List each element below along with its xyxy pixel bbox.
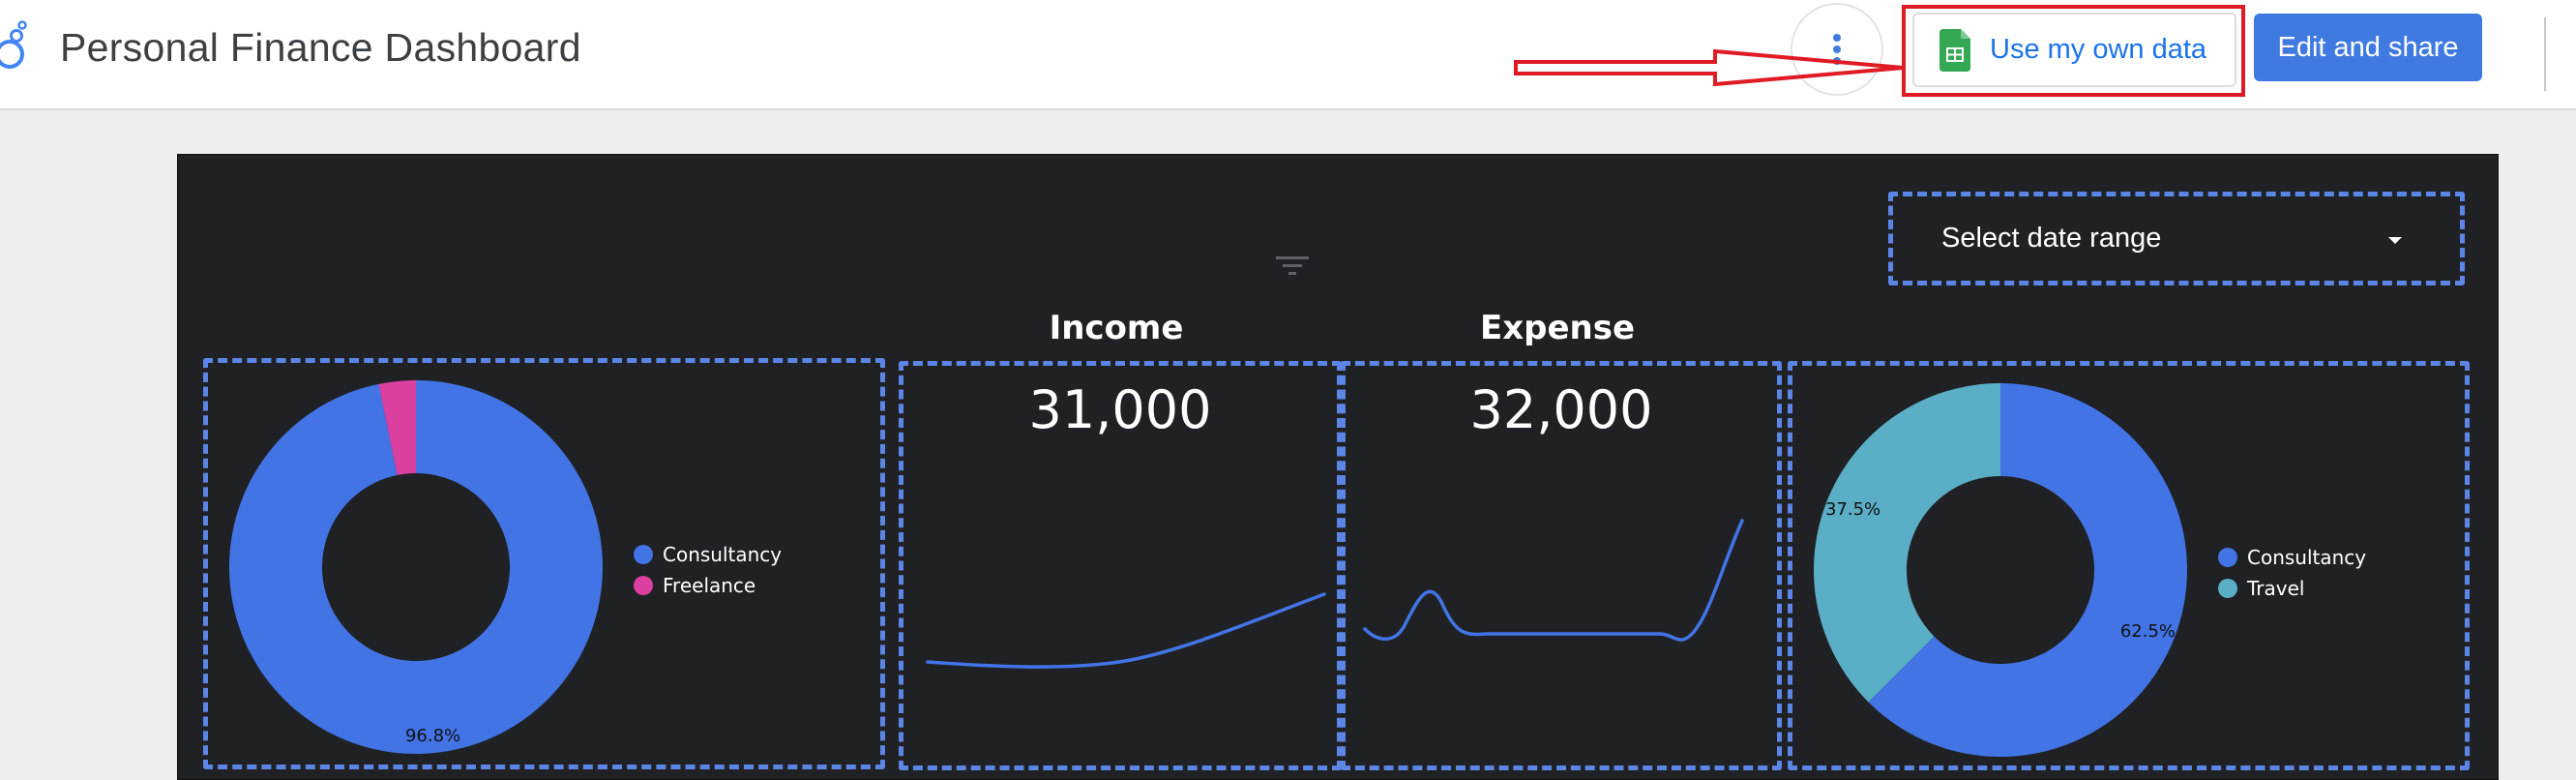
legend-label: Travel (2247, 577, 2305, 600)
income-donut-chart: 96.8% (229, 380, 604, 754)
income-value: 31,000 (1028, 379, 1212, 440)
legend-label: Consultancy (2247, 546, 2367, 569)
annotation-arrow (1514, 48, 1905, 87)
legend-label: Consultancy (663, 543, 783, 566)
income-scorecard[interactable]: 31,000 (899, 361, 1342, 770)
expense-sparkline (1363, 519, 1744, 642)
legend-swatch (2218, 579, 2237, 598)
legend-swatch (2218, 548, 2237, 567)
income-legend-item-consultancy[interactable]: Consultancy (634, 539, 782, 570)
report-canvas: Select date range Income Expense 96.8% C… (177, 154, 2499, 780)
legend-swatch (634, 576, 653, 595)
legend-label: Freelance (663, 574, 756, 597)
income-slice-consultancy[interactable] (229, 380, 604, 754)
use-my-own-data-label: Use my own data (1990, 34, 2207, 65)
income-sparkline (926, 592, 1326, 669)
expense-slice-label-travel: 37.5% (1825, 499, 1880, 520)
income-legend-item-freelance[interactable]: Freelance (634, 570, 782, 601)
expense-legend: Consultancy Travel (2218, 542, 2366, 604)
date-range-label: Select date range (1941, 223, 2162, 254)
legend-swatch (634, 545, 653, 564)
toolbar-divider (2544, 17, 2546, 91)
expense-legend-item-consultancy[interactable]: Consultancy (2218, 542, 2366, 573)
google-sheets-icon (1939, 28, 1970, 72)
date-range-control[interactable]: Select date range (1888, 192, 2465, 285)
expense-donut-chart: 62.5% 37.5% (1814, 383, 2187, 757)
edit-and-share-button[interactable]: Edit and share (2254, 14, 2482, 81)
page-title: Personal Finance Dashboard (60, 25, 581, 70)
income-breakdown-chart[interactable]: 96.8% Consultancy Freelance (203, 358, 885, 769)
income-slice-label-consultancy: 96.8% (405, 726, 460, 746)
expense-breakdown-chart[interactable]: 62.5% 37.5% Consultancy Travel (1788, 361, 2470, 770)
income-legend: Consultancy Freelance (634, 539, 782, 601)
income-title: Income (1049, 309, 1184, 347)
top-app-bar: Personal Finance Dashboard Use my own da… (0, 0, 2576, 110)
use-my-own-data-button[interactable]: Use my own data (1912, 13, 2236, 87)
looker-studio-logo-icon[interactable] (0, 19, 35, 77)
expense-title: Expense (1479, 309, 1636, 347)
dropdown-caret-icon (2388, 237, 2402, 244)
expense-legend-item-travel[interactable]: Travel (2218, 573, 2366, 604)
expense-scorecard[interactable]: 32,000 (1341, 361, 1782, 770)
expense-slice-travel[interactable] (1814, 383, 2000, 703)
expense-value: 32,000 (1469, 379, 1653, 440)
filter-icon[interactable] (1276, 255, 1309, 278)
expense-slice-label-consultancy: 62.5% (2120, 621, 2176, 642)
